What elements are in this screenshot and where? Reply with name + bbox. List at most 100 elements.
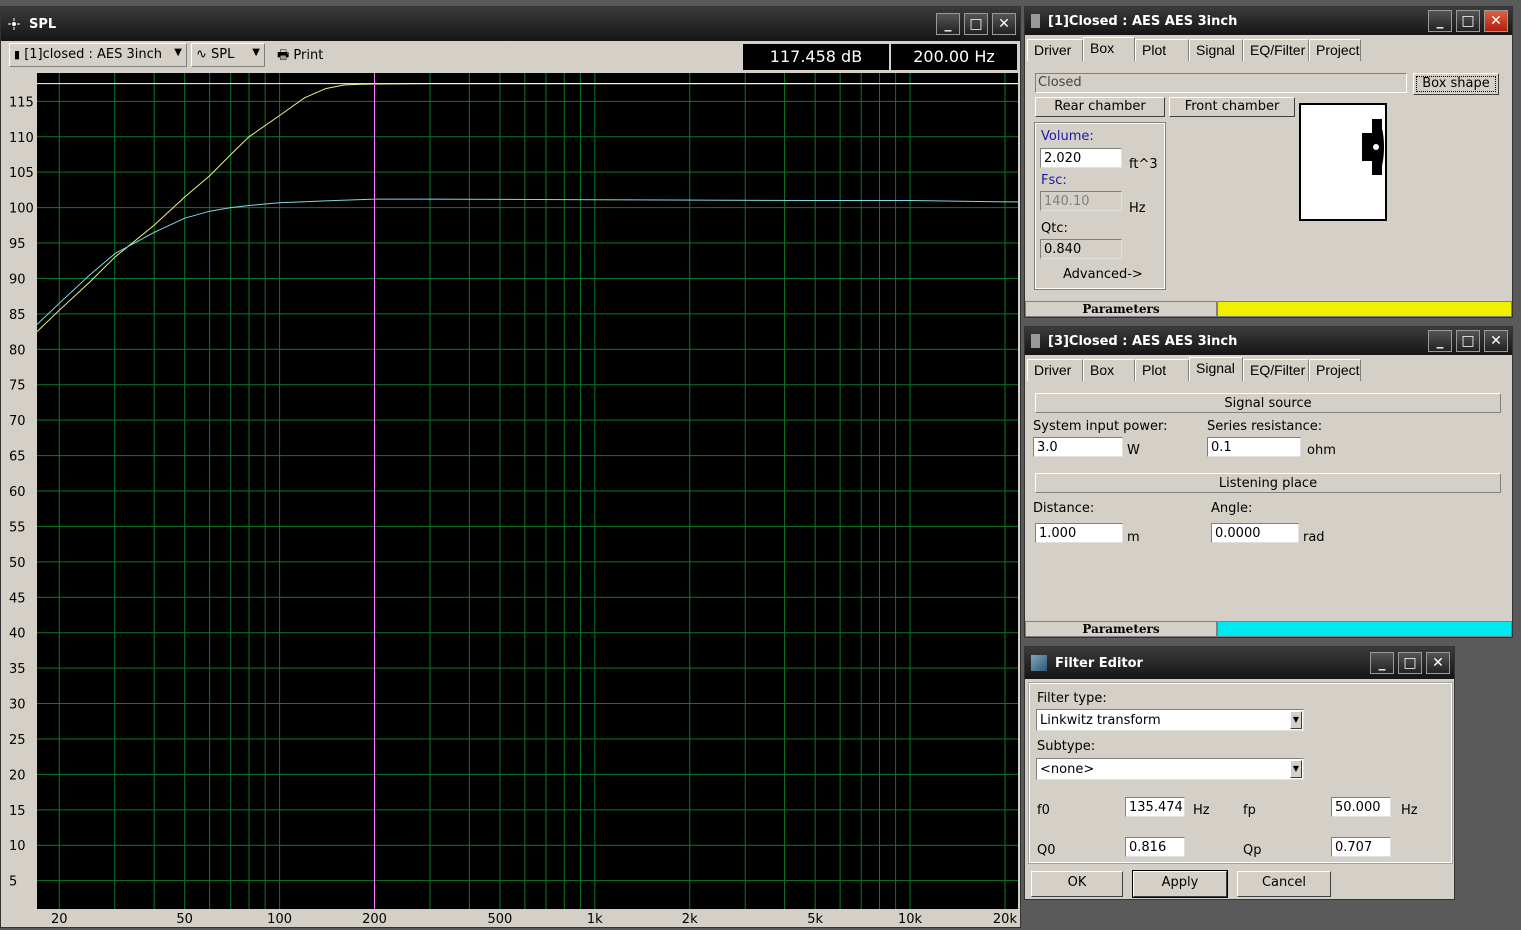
minimize-icon[interactable]: _ bbox=[1370, 652, 1394, 674]
y-tick-label: 45 bbox=[9, 591, 26, 606]
tab-box[interactable]: Box bbox=[1083, 359, 1135, 381]
signal-parameters-bar[interactable]: Parameters bbox=[1025, 621, 1512, 637]
y-tick-label: 60 bbox=[9, 485, 26, 500]
input-power-input[interactable]: 3.0 bbox=[1033, 437, 1123, 457]
filter-titlebar[interactable]: Filter Editor _ □ ✕ bbox=[1025, 647, 1454, 679]
close-icon[interactable]: ✕ bbox=[1484, 10, 1508, 32]
x-tick-label: 200 bbox=[362, 912, 387, 927]
y-tick-label: 15 bbox=[9, 804, 26, 819]
signal-source-header: Signal source bbox=[1035, 393, 1501, 413]
spl-titlebar[interactable]: SPL _ □ ✕ bbox=[1, 7, 1020, 41]
distance-unit: m bbox=[1127, 530, 1140, 545]
qtc-field: 0.840 bbox=[1040, 239, 1122, 259]
plot-type-dropdown[interactable]: ∿ SPL ▼ bbox=[191, 43, 265, 67]
filter-type-select[interactable]: Linkwitz transform ▼ bbox=[1036, 709, 1304, 731]
y-tick-label: 90 bbox=[9, 272, 26, 287]
q0-input[interactable]: 0.816 bbox=[1125, 837, 1185, 857]
y-tick-label: 40 bbox=[9, 627, 26, 642]
signal-window: [3]Closed : AES AES 3inch _ □ ✕ Driver B… bbox=[1024, 326, 1513, 638]
f0-input[interactable]: 135.474 bbox=[1125, 797, 1185, 817]
parameters-color-swatch bbox=[1217, 621, 1512, 637]
app-icon bbox=[7, 17, 21, 31]
tab-eq-filter[interactable]: EQ/Filter bbox=[1243, 359, 1309, 381]
filter-type-label: Filter type: bbox=[1037, 691, 1107, 706]
tab-project[interactable]: Project bbox=[1309, 359, 1361, 381]
close-icon[interactable]: ✕ bbox=[992, 13, 1016, 35]
ok-button[interactable]: OK bbox=[1031, 871, 1123, 897]
tab-box[interactable]: Box bbox=[1083, 37, 1135, 61]
rear-chamber-button[interactable]: Rear chamber bbox=[1035, 97, 1165, 117]
tab-plot[interactable]: Plot bbox=[1135, 359, 1189, 381]
filter-type-value: Linkwitz transform bbox=[1040, 713, 1161, 728]
y-tick-label: 5 bbox=[9, 875, 17, 890]
subtype-value: <none> bbox=[1040, 762, 1095, 777]
x-tick-label: 1k bbox=[587, 912, 603, 927]
box-titlebar[interactable]: [1]Closed : AES AES 3inch _ □ ✕ bbox=[1025, 7, 1512, 35]
filter-icon bbox=[1031, 655, 1047, 671]
y-tick-label: 20 bbox=[9, 768, 26, 783]
tab-eq-filter[interactable]: EQ/Filter bbox=[1243, 39, 1309, 61]
doc-icon bbox=[1031, 334, 1040, 348]
minimize-icon[interactable]: _ bbox=[1428, 330, 1452, 352]
y-tick-label: 85 bbox=[9, 308, 26, 323]
x-tick-label: 20 bbox=[51, 912, 68, 927]
speaker-icon bbox=[1362, 119, 1384, 175]
y-tick-label: 50 bbox=[9, 556, 26, 571]
curve-select-dropdown[interactable]: ▮ [1]closed : AES 3inch ▼ bbox=[9, 43, 187, 67]
apply-button[interactable]: Apply bbox=[1132, 870, 1228, 898]
tab-signal[interactable]: Signal bbox=[1189, 357, 1243, 381]
input-power-label: System input power: bbox=[1033, 419, 1168, 434]
qp-label: Qp bbox=[1243, 843, 1262, 858]
spl-chart[interactable]: 5 10 15 20 25 30 35 40 45 50 55 60 65 70 75 80 85 90 95 100… bbox=[1, 73, 1020, 927]
minimize-icon[interactable]: _ bbox=[1428, 10, 1452, 32]
y-tick-label: 35 bbox=[9, 662, 26, 677]
subtype-select[interactable]: <none> ▼ bbox=[1036, 758, 1304, 780]
close-icon[interactable]: ✕ bbox=[1426, 652, 1450, 674]
x-tick-label: 50 bbox=[176, 912, 193, 927]
tab-driver[interactable]: Driver bbox=[1027, 359, 1083, 381]
y-tick-label: 30 bbox=[9, 698, 26, 713]
series-res-input[interactable]: 0.1 bbox=[1207, 437, 1301, 457]
tab-project[interactable]: Project bbox=[1309, 39, 1361, 61]
close-icon[interactable]: ✕ bbox=[1484, 330, 1508, 352]
volume-unit: ft^3 bbox=[1129, 157, 1158, 172]
qp-input[interactable]: 0.707 bbox=[1331, 837, 1391, 857]
cancel-button[interactable]: Cancel bbox=[1237, 871, 1331, 897]
angle-unit: rad bbox=[1303, 530, 1325, 545]
x-tick-label: 10k bbox=[898, 912, 923, 927]
maximize-icon[interactable]: □ bbox=[964, 13, 988, 35]
tab-driver[interactable]: Driver bbox=[1027, 39, 1083, 61]
minimize-icon[interactable]: _ bbox=[936, 13, 960, 35]
maximize-icon[interactable]: □ bbox=[1456, 330, 1480, 352]
filter-editor-window: Filter Editor _ □ ✕ Filter type: Linkwit… bbox=[1024, 646, 1455, 900]
spl-window-title: SPL bbox=[29, 16, 57, 32]
spl-window: SPL _ □ ✕ ▮ [1]closed : AES 3inch ▼ ∿ SP… bbox=[0, 6, 1021, 928]
fp-input[interactable]: 50.000 bbox=[1331, 797, 1391, 817]
fsc-label: Fsc: bbox=[1041, 173, 1067, 188]
tab-signal[interactable]: Signal bbox=[1189, 39, 1243, 61]
maximize-icon[interactable]: □ bbox=[1398, 652, 1422, 674]
y-tick-label: 80 bbox=[9, 343, 26, 358]
parameters-color-swatch bbox=[1217, 301, 1512, 317]
advanced-link[interactable]: Advanced-> bbox=[1063, 267, 1143, 282]
box-window-title: [1]Closed : AES AES 3inch bbox=[1048, 13, 1238, 29]
box-window: [1]Closed : AES AES 3inch _ □ ✕ Driver B… bbox=[1024, 6, 1513, 318]
tab-plot[interactable]: Plot bbox=[1135, 39, 1189, 61]
printer-icon: 🖶 bbox=[277, 48, 290, 63]
chevron-down-icon: ▼ bbox=[1290, 760, 1302, 778]
maximize-icon[interactable]: □ bbox=[1456, 10, 1480, 32]
series-res-label: Series resistance: bbox=[1207, 419, 1323, 434]
curve-select-value: [1]closed : AES 3inch bbox=[24, 47, 162, 62]
x-tick-label: 5k bbox=[807, 912, 823, 927]
box-type-label: Closed bbox=[1035, 73, 1407, 93]
angle-input[interactable]: 0.0000 bbox=[1211, 523, 1299, 543]
box-parameters-bar[interactable]: Parameters bbox=[1025, 301, 1512, 317]
signal-titlebar[interactable]: [3]Closed : AES AES 3inch _ □ ✕ bbox=[1025, 327, 1512, 355]
box-shape-button[interactable]: Box shape bbox=[1413, 73, 1499, 95]
print-button[interactable]: 🖶 Print bbox=[277, 46, 323, 68]
front-chamber-button[interactable]: Front chamber bbox=[1169, 97, 1295, 117]
doc-icon bbox=[1031, 14, 1040, 28]
chevron-down-icon: ▼ bbox=[1290, 711, 1302, 729]
volume-input[interactable]: 2.020 bbox=[1040, 148, 1122, 168]
distance-input[interactable]: 1.000 bbox=[1035, 523, 1123, 543]
